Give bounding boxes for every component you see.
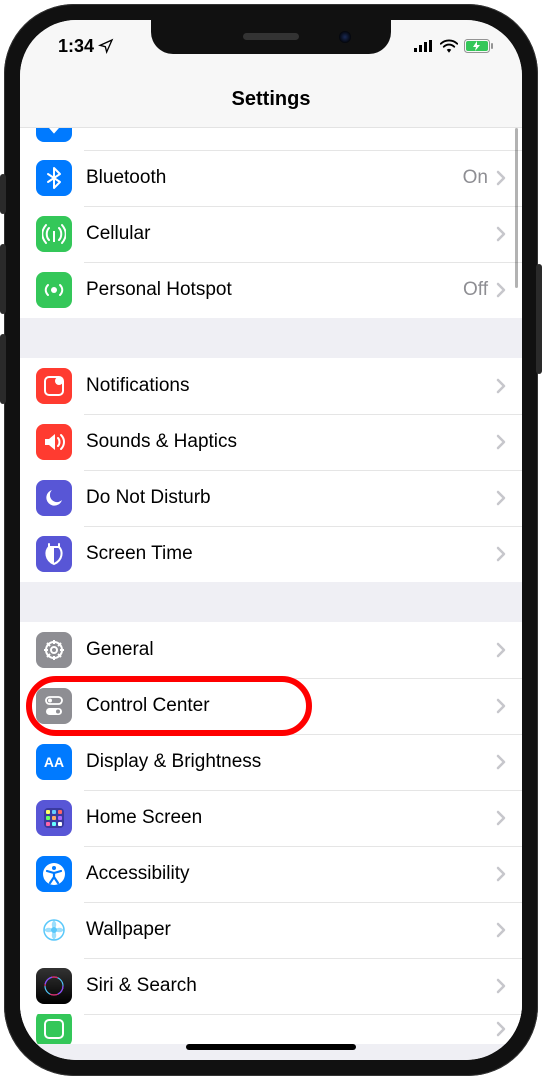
volume-down-button bbox=[0, 334, 6, 404]
status-left: 1:34 bbox=[58, 36, 114, 57]
settings-row-personal-hotspot[interactable]: Personal HotspotOff bbox=[20, 262, 522, 318]
mute-switch bbox=[0, 174, 6, 214]
row-label: Notifications bbox=[86, 375, 496, 397]
chevron-right-icon bbox=[496, 378, 506, 394]
status-right bbox=[414, 39, 494, 53]
settings-row-accessibility[interactable]: Accessibility bbox=[20, 846, 522, 902]
settings-row-notifications[interactable]: Notifications bbox=[20, 358, 522, 414]
bluetooth-icon bbox=[36, 160, 72, 196]
battery-charging-icon bbox=[464, 39, 494, 53]
chevron-right-icon bbox=[496, 490, 506, 506]
row-label: Display & Brightness bbox=[86, 751, 496, 773]
home-indicator[interactable] bbox=[186, 1044, 356, 1050]
settings-list[interactable]: Wi-FiHaysBluetoothOnCellularPersonal Hot… bbox=[20, 128, 522, 1060]
row-label: Do Not Disturb bbox=[86, 487, 496, 509]
chevron-right-icon bbox=[496, 642, 506, 658]
chevron-right-icon bbox=[496, 434, 506, 450]
row-label: General bbox=[86, 639, 496, 661]
power-button bbox=[536, 264, 542, 374]
location-arrow-icon bbox=[98, 38, 114, 54]
chevron-right-icon bbox=[496, 226, 506, 242]
dnd-icon bbox=[36, 480, 72, 516]
controlcenter-icon bbox=[36, 688, 72, 724]
settings-row-do-not-disturb[interactable]: Do Not Disturb bbox=[20, 470, 522, 526]
screentime-icon bbox=[36, 536, 72, 572]
chevron-right-icon bbox=[496, 922, 506, 938]
chevron-right-icon bbox=[496, 1021, 506, 1037]
row-label: Cellular bbox=[86, 223, 496, 245]
speaker-grille bbox=[243, 33, 299, 40]
row-label: Home Screen bbox=[86, 807, 496, 829]
settings-row-partial[interactable] bbox=[20, 1014, 522, 1044]
row-label: Bluetooth bbox=[86, 167, 463, 189]
settings-group: Notifications Sounds & Haptics Do Not Dist… bbox=[20, 358, 522, 582]
row-label: Control Center bbox=[86, 695, 496, 717]
row-label: Accessibility bbox=[86, 863, 496, 885]
settings-row-display-brightness[interactable]: Display & Brightness bbox=[20, 734, 522, 790]
settings-row-siri-search[interactable]: Siri & Search bbox=[20, 958, 522, 1014]
accessibility-icon bbox=[36, 856, 72, 892]
settings-row-control-center[interactable]: Control Center bbox=[20, 678, 522, 734]
status-time: 1:34 bbox=[58, 36, 94, 57]
hotspot-icon bbox=[36, 272, 72, 308]
settings-row-general[interactable]: General bbox=[20, 622, 522, 678]
chevron-right-icon bbox=[496, 754, 506, 770]
display-icon bbox=[36, 744, 72, 780]
row-detail: Off bbox=[463, 279, 488, 301]
front-camera bbox=[339, 31, 351, 43]
settings-group: General Control Center Display & Brightnes… bbox=[20, 622, 522, 1044]
siri-icon bbox=[36, 968, 72, 1004]
faceid-icon bbox=[36, 1014, 72, 1044]
notifications-icon bbox=[36, 368, 72, 404]
wifi-icon bbox=[440, 39, 458, 53]
row-label: Siri & Search bbox=[86, 975, 496, 997]
chevron-right-icon bbox=[496, 282, 506, 298]
settings-row-cellular[interactable]: Cellular bbox=[20, 206, 522, 262]
navbar: Settings bbox=[20, 72, 522, 128]
row-label: Personal Hotspot bbox=[86, 279, 463, 301]
settings-row-screen-time[interactable]: Screen Time bbox=[20, 526, 522, 582]
scroll-indicator[interactable] bbox=[515, 128, 518, 288]
chevron-right-icon bbox=[496, 546, 506, 562]
chevron-right-icon bbox=[496, 866, 506, 882]
chevron-right-icon bbox=[496, 170, 506, 186]
volume-up-button bbox=[0, 244, 6, 314]
page-title: Settings bbox=[232, 88, 311, 111]
homescreen-icon bbox=[36, 800, 72, 836]
cellular-icon bbox=[36, 216, 72, 252]
wifi-icon bbox=[36, 128, 72, 142]
chevron-right-icon bbox=[496, 810, 506, 826]
settings-row-home-screen[interactable]: Home Screen bbox=[20, 790, 522, 846]
wallpaper-icon bbox=[36, 912, 72, 948]
screen: 1:34 bbox=[20, 20, 522, 1060]
chevron-right-icon bbox=[496, 978, 506, 994]
row-label: Sounds & Haptics bbox=[86, 431, 496, 453]
chevron-right-icon bbox=[496, 698, 506, 714]
settings-row-wallpaper[interactable]: Wallpaper bbox=[20, 902, 522, 958]
row-label: Screen Time bbox=[86, 543, 496, 565]
settings-row-wi-fi[interactable]: Wi-FiHays bbox=[20, 128, 522, 150]
settings-row-sounds-haptics[interactable]: Sounds & Haptics bbox=[20, 414, 522, 470]
phone-frame: 1:34 bbox=[4, 4, 538, 1076]
row-detail: On bbox=[463, 167, 488, 189]
row-label: Wallpaper bbox=[86, 919, 496, 941]
settings-row-bluetooth[interactable]: BluetoothOn bbox=[20, 150, 522, 206]
general-icon bbox=[36, 632, 72, 668]
notch bbox=[151, 20, 391, 54]
settings-group: Wi-FiHaysBluetoothOnCellularPersonal Hot… bbox=[20, 128, 522, 318]
sounds-icon bbox=[36, 424, 72, 460]
cellular-signal-icon bbox=[414, 40, 434, 52]
